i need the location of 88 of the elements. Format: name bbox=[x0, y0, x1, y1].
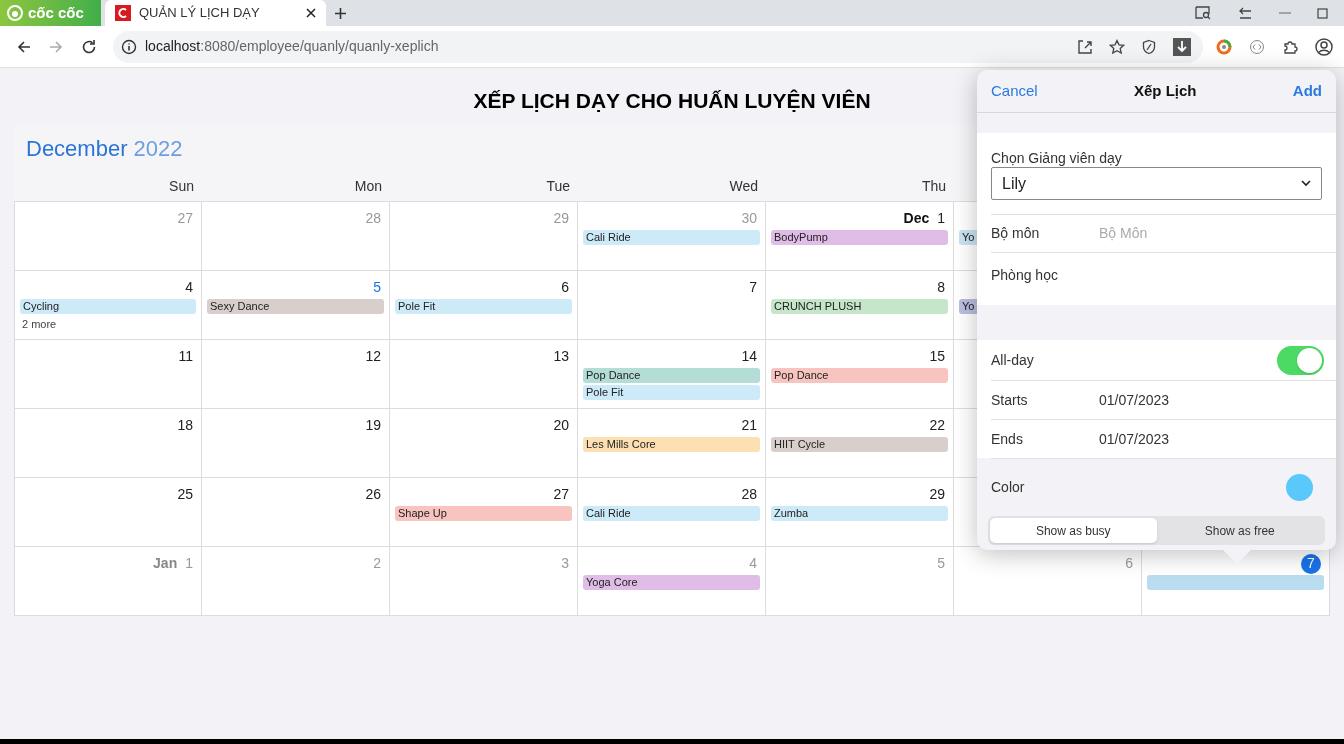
day-number[interactable]: 12 bbox=[365, 346, 381, 367]
event-bar[interactable]: Sexy Dance bbox=[207, 299, 384, 314]
popover-title: Xếp Lịch bbox=[1134, 80, 1197, 101]
end-date[interactable]: 01/07/2023 bbox=[1099, 428, 1170, 450]
brand-name: cốc cốc bbox=[28, 2, 84, 23]
event-bar[interactable]: Pole Fit bbox=[583, 385, 760, 400]
new-tab-icon[interactable] bbox=[334, 7, 347, 20]
day-number[interactable]: 18 bbox=[177, 415, 193, 436]
chevron-down-icon bbox=[1301, 180, 1311, 187]
code-icon[interactable] bbox=[1249, 38, 1265, 55]
event-bar[interactable]: HIIT Cycle bbox=[771, 437, 948, 452]
subject-input[interactable]: Bộ Môn bbox=[1099, 223, 1336, 244]
event-bar[interactable]: Shape Up bbox=[395, 506, 572, 521]
field-label: Ends bbox=[991, 429, 1024, 449]
browser-tab[interactable]: QUẢN LÝ LỊCH DẠY bbox=[105, 0, 326, 26]
day-number[interactable]: 20 bbox=[553, 415, 569, 436]
day-number[interactable]: 6 bbox=[561, 277, 569, 298]
event-bar[interactable]: Pole Fit bbox=[395, 299, 572, 314]
reload-icon[interactable] bbox=[81, 38, 97, 55]
close-icon[interactable] bbox=[306, 8, 316, 18]
all-day-toggle[interactable] bbox=[1277, 345, 1324, 375]
event-bar[interactable]: Pop Dance bbox=[583, 368, 760, 383]
day-number[interactable]: 22 bbox=[929, 415, 945, 436]
day-number[interactable]: 11 bbox=[178, 346, 193, 367]
event-bar[interactable]: Yoga Core bbox=[583, 575, 760, 590]
day-number[interactable]: 13 bbox=[553, 346, 569, 367]
maximize-icon[interactable] bbox=[1317, 7, 1328, 19]
day-number[interactable]: 21 bbox=[741, 415, 757, 436]
field-label: Chọn Giảng viên dạy bbox=[991, 150, 1123, 167]
segment-button[interactable]: Show as busy bbox=[990, 518, 1157, 543]
event-bar[interactable]: Cycling bbox=[20, 299, 196, 314]
shield-icon[interactable] bbox=[1141, 38, 1157, 55]
day-number[interactable]: 26 bbox=[365, 484, 381, 505]
day-number[interactable]: 28 bbox=[741, 484, 757, 505]
day-number[interactable]: 15 bbox=[929, 346, 945, 367]
event-bar[interactable]: Cali Ride bbox=[583, 506, 760, 521]
page-title: XẾP LỊCH DẠY CHO HUẤN LUYỆN VIÊN bbox=[473, 88, 871, 114]
weekday-header: Tue bbox=[546, 176, 570, 196]
field-label: Starts bbox=[991, 390, 1029, 410]
weekday-header: Thu bbox=[921, 176, 946, 196]
tab-title: QUẢN LÝ LỊCH DẠY bbox=[139, 4, 261, 23]
share-icon[interactable] bbox=[1077, 38, 1093, 55]
field-label: Phòng học bbox=[991, 266, 1058, 285]
field-label: Color bbox=[991, 478, 1025, 497]
screen-search-icon[interactable] bbox=[1195, 6, 1211, 20]
month-title: December 2022 bbox=[26, 134, 183, 163]
day-number[interactable]: 8 bbox=[937, 277, 945, 298]
field-label: All-day bbox=[991, 350, 1034, 370]
day-number[interactable]: 29 bbox=[929, 484, 945, 505]
segment-button[interactable]: Show as free bbox=[1156, 518, 1323, 543]
month-label: Jan bbox=[153, 554, 178, 573]
weekday-header: Sun bbox=[169, 176, 194, 196]
instructor-select[interactable]: Lily bbox=[991, 167, 1322, 200]
day-number[interactable]: 14 bbox=[741, 346, 757, 367]
day-number[interactable]: 27 bbox=[553, 484, 569, 505]
info-icon bbox=[121, 38, 137, 55]
event-bar[interactable]: Zumba bbox=[771, 506, 948, 521]
back-list-icon[interactable] bbox=[1237, 6, 1253, 20]
start-date[interactable]: 01/07/2023 bbox=[1099, 389, 1170, 411]
field-label: Bộ môn bbox=[991, 224, 1041, 243]
day-number[interactable]: 7 bbox=[1301, 553, 1321, 574]
more-link[interactable]: 2 more bbox=[20, 316, 196, 333]
day-number[interactable]: 25 bbox=[177, 484, 193, 505]
site-icon bbox=[115, 5, 131, 21]
puzzle-icon[interactable] bbox=[1282, 38, 1298, 55]
month-label: Dec bbox=[903, 209, 930, 228]
event-bar[interactable]: Pop Dance bbox=[771, 368, 948, 383]
color-swatch[interactable] bbox=[1286, 474, 1313, 501]
star-icon[interactable] bbox=[1109, 38, 1125, 55]
weekday-header: Wed bbox=[729, 176, 758, 196]
event-bar[interactable]: BodyPump bbox=[771, 230, 948, 245]
day-number[interactable]: 4 bbox=[185, 277, 193, 298]
event-bar[interactable]: Les Mills Core bbox=[583, 437, 760, 452]
extension-icon[interactable] bbox=[1216, 38, 1232, 55]
download-icon[interactable] bbox=[1173, 37, 1191, 56]
address-bar[interactable]: localhost:8080/employee/quanly/quanly-xeplich bbox=[113, 30, 1203, 63]
weekday-header: Mon bbox=[354, 176, 382, 196]
day-number[interactable]: 1 bbox=[937, 208, 945, 229]
back-icon[interactable] bbox=[17, 39, 31, 54]
day-number[interactable]: 7 bbox=[749, 277, 757, 298]
add-button[interactable]: Add bbox=[1292, 79, 1322, 103]
day-number[interactable]: 5 bbox=[373, 277, 381, 298]
cancel-button[interactable]: Cancel bbox=[991, 79, 1038, 103]
profile-icon[interactable] bbox=[1315, 37, 1333, 56]
event-bar[interactable]: CRUNCH PLUSH bbox=[771, 299, 948, 314]
day-number[interactable]: 19 bbox=[365, 415, 381, 436]
event-bar[interactable]: Cali Ride bbox=[583, 230, 760, 245]
url-text: localhost:8080/employee/quanly/quanly-xeplich bbox=[145, 37, 439, 56]
